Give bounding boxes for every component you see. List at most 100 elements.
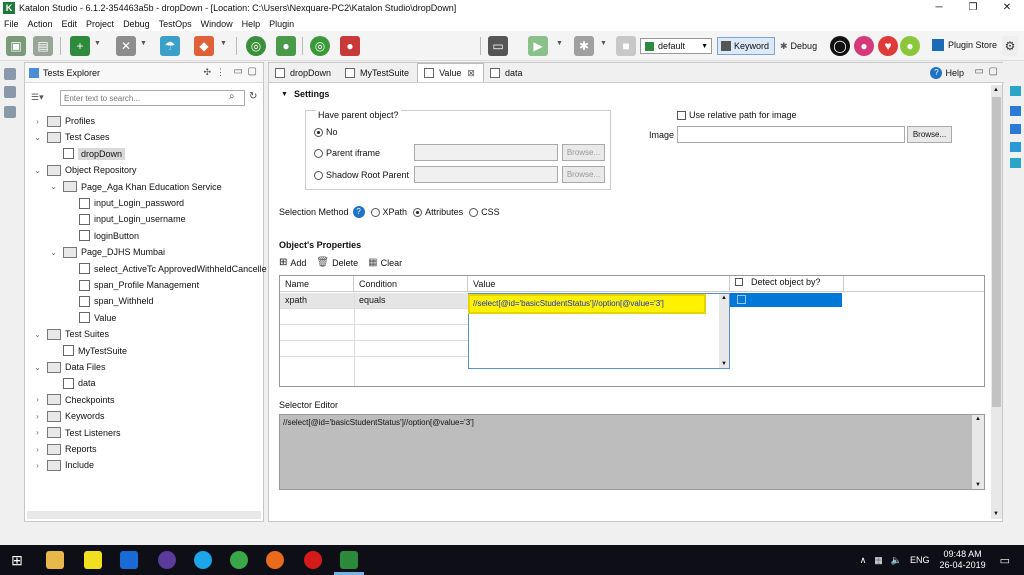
windows-start-icon[interactable]: ⊞ — [8, 551, 26, 569]
radio-attributes[interactable]: Attributes — [413, 207, 463, 217]
settings-icon[interactable]: ⚙ — [1002, 36, 1018, 56]
clear-properties-button[interactable]: ▦ Clear — [368, 257, 402, 268]
minimize-view-icon[interactable]: ▭ — [234, 66, 243, 77]
tree-item[interactable]: › Keywords — [33, 408, 105, 424]
opera-icon[interactable] — [304, 551, 322, 569]
save-icon[interactable]: ▣ — [6, 36, 26, 56]
firefox-icon[interactable] — [266, 551, 284, 569]
tree-item[interactable]: › Checkpoints — [33, 392, 115, 408]
tools-icon[interactable]: ✕ — [116, 36, 136, 56]
properties-icon[interactable] — [1010, 106, 1021, 116]
chrome-icon[interactable] — [230, 551, 248, 569]
tree-item[interactable]: loginButton — [65, 228, 139, 244]
tree-item[interactable]: ⌄ Test Cases — [33, 129, 110, 145]
chevron-down-icon[interactable]: ▼ — [220, 40, 227, 47]
tree-item[interactable]: › Test Listeners — [33, 425, 121, 441]
console-icon[interactable] — [1010, 158, 1021, 168]
chevron-right-icon[interactable]: › — [33, 412, 42, 421]
chevron-down-icon[interactable]: ⌄ — [49, 248, 58, 257]
keyword-perspective-button[interactable]: Keyword — [717, 37, 775, 55]
minimized-view-icon[interactable] — [4, 86, 16, 98]
detect-cell[interactable] — [730, 293, 842, 307]
menu-window[interactable]: Window — [201, 19, 233, 29]
tree-item[interactable]: ⌄ Object Repository — [33, 162, 137, 178]
tree-item[interactable]: span_Withheld — [65, 293, 154, 309]
volume-icon[interactable]: 🔈 — [891, 555, 902, 566]
scroll-down-icon[interactable]: ▼ — [993, 511, 999, 517]
browse-shadow-button[interactable]: Browse... — [562, 166, 605, 183]
save-all-icon[interactable]: ▤ — [33, 36, 53, 56]
chevron-right-icon[interactable]: › — [33, 461, 42, 470]
column-header-detect[interactable]: Detect object by? — [730, 276, 844, 292]
tree-item[interactable]: select_ActiveTc ApprovedWithheldCancelle — [65, 261, 267, 277]
menu-plugin[interactable]: Plugin — [269, 19, 294, 29]
mobile-spy-icon[interactable]: ◎ — [310, 36, 330, 56]
tree-item[interactable]: ⌄ Test Suites — [33, 326, 109, 342]
relative-path-checkbox[interactable]: Use relative path for image — [677, 110, 797, 120]
scroll-up-icon[interactable]: ▲ — [975, 416, 981, 422]
file-explorer-icon[interactable] — [46, 551, 64, 569]
chevron-down-icon[interactable]: ⌄ — [33, 166, 42, 175]
chevron-right-icon[interactable]: › — [33, 117, 42, 126]
column-header-condition[interactable]: Condition — [354, 276, 468, 292]
editor-vertical-scrollbar[interactable]: ▲ ▼ — [991, 85, 1002, 519]
browse-image-button[interactable]: Browse... — [907, 126, 952, 143]
filter-icon[interactable]: ☰▾ — [31, 92, 44, 103]
menu-debug[interactable]: Debug — [123, 19, 150, 29]
maximize-editor-icon[interactable]: ▢ — [989, 66, 998, 77]
tree-item[interactable]: › Profiles — [33, 113, 95, 129]
tree-item[interactable]: › Reports — [33, 441, 97, 457]
column-header-value[interactable]: Value — [468, 276, 730, 292]
chevron-right-icon[interactable]: › — [33, 445, 42, 454]
chevron-down-icon[interactable]: ▼ — [140, 40, 147, 47]
chevron-down-icon[interactable]: ▼ — [600, 40, 607, 47]
minimized-view-icon[interactable] — [4, 106, 16, 118]
browse-iframe-button[interactable]: Browse... — [562, 144, 605, 161]
vertical-scrollbar[interactable]: ▲ ▼ — [719, 294, 729, 368]
menu-help[interactable]: Help — [242, 19, 261, 29]
explorer-search-input[interactable] — [60, 90, 245, 106]
value-cell-editor[interactable]: //select[@id='basicStudentStatus']//opti… — [468, 293, 730, 369]
tab-mytestsuite[interactable]: MyTestSuite — [339, 63, 417, 82]
tree-item[interactable]: span_Profile Management — [65, 277, 199, 293]
profile-select[interactable]: default ▼ — [640, 38, 712, 54]
katalon-taskbar-icon[interactable] — [340, 551, 358, 569]
new-icon[interactable]: + — [70, 36, 90, 56]
chevron-up-icon[interactable]: ∧ — [860, 555, 867, 566]
media-app-icon[interactable] — [158, 551, 176, 569]
tree-item[interactable]: › Include — [33, 457, 94, 473]
refresh-icon[interactable]: ↻ — [249, 91, 257, 102]
chevron-down-icon[interactable]: ⌄ — [33, 363, 42, 372]
chevron-right-icon[interactable]: › — [33, 395, 42, 404]
language-indicator[interactable]: ENG — [910, 555, 930, 565]
git-icon[interactable]: ◆ — [194, 36, 214, 56]
vertical-scrollbar[interactable]: ▲ ▼ — [972, 415, 984, 489]
scroll-up-icon[interactable]: ▲ — [721, 295, 727, 301]
chevron-down-icon[interactable]: ⌄ — [33, 133, 42, 142]
sticky-notes-icon[interactable] — [84, 551, 102, 569]
help-icon[interactable]: ? — [352, 206, 365, 218]
radio-parent-iframe[interactable]: Parent iframe — [314, 148, 380, 158]
network-icon[interactable]: ▦ — [874, 555, 883, 566]
menu-edit[interactable]: Edit — [62, 19, 78, 29]
select-all-checkbox[interactable] — [735, 278, 743, 286]
close-tab-icon[interactable]: ⊠ — [467, 68, 475, 79]
tree-item[interactable]: data — [49, 375, 96, 391]
run-icon[interactable]: ▶ — [528, 36, 548, 56]
search-icon[interactable]: ⌕ — [229, 91, 235, 102]
problems-icon[interactable] — [1010, 142, 1021, 152]
scroll-up-icon[interactable]: ▲ — [993, 87, 999, 93]
image-path-input[interactable] — [677, 126, 905, 143]
heart-icon[interactable]: ♥ — [878, 36, 898, 56]
record-mobile-icon[interactable]: ● — [340, 36, 360, 56]
minimized-view-icon[interactable] — [4, 68, 16, 80]
radio-css[interactable]: CSS — [469, 207, 500, 217]
chat-icon[interactable]: ● — [900, 36, 920, 56]
chevron-down-icon[interactable]: ⌄ — [33, 330, 42, 339]
tree-item[interactable]: ⌄ Page_Aga Khan Education Service — [49, 179, 222, 195]
notifications-icon[interactable]: ▭ — [1000, 554, 1010, 567]
outlook-icon[interactable] — [120, 551, 138, 569]
tree-item[interactable]: ⌄ Page_DJHS Mumbai — [49, 244, 165, 260]
chevron-down-icon[interactable]: ▼ — [556, 40, 563, 47]
tab-data[interactable]: data — [484, 63, 531, 82]
